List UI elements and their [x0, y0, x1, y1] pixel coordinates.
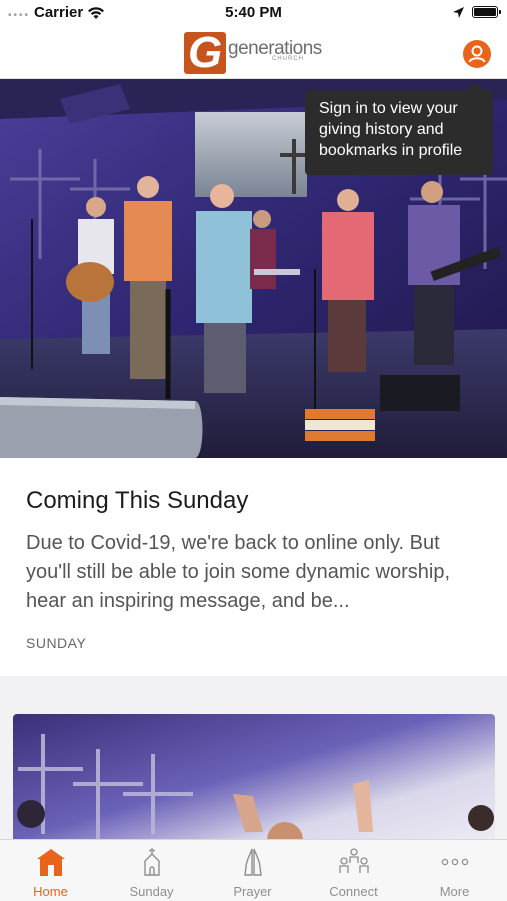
card-description: Due to Covid-19, we're back to online on…: [26, 532, 451, 612]
battery-icon: [472, 6, 501, 18]
church-icon: [36, 849, 65, 876]
bottom-tab-bar: Home Sunday Prayer Connect More: [0, 839, 507, 901]
user-icon: [468, 45, 486, 63]
tab-prayer[interactable]: Prayer: [202, 840, 303, 901]
tab-connect[interactable]: Connect: [303, 840, 404, 901]
tab-home[interactable]: Home: [0, 840, 101, 901]
people-icon: [338, 848, 369, 873]
ellipsis-icon: [441, 858, 468, 866]
location-arrow-icon: [453, 7, 464, 18]
feed-card-image[interactable]: [13, 714, 495, 854]
tab-sunday[interactable]: Sunday: [101, 840, 202, 901]
chapel-icon: [143, 848, 160, 876]
praying-hands-icon: [243, 848, 262, 876]
tab-label-sunday: Sunday: [129, 884, 174, 899]
church-logo: G generations CHURCH: [184, 32, 329, 74]
tab-label-home: Home: [33, 884, 68, 899]
tab-label-more: More: [439, 884, 470, 899]
status-bar: •••• Carrier 5:40 PM: [0, 0, 507, 28]
profile-button[interactable]: [463, 40, 491, 68]
top-nav-bar: G generations CHURCH: [0, 28, 507, 79]
card-title: Coming This Sunday: [26, 487, 249, 514]
logo-subtext: CHURCH: [272, 56, 304, 62]
tab-label-prayer: Prayer: [233, 884, 272, 899]
tab-label-connect: Connect: [329, 884, 378, 899]
card-category: SUNDAY: [26, 635, 87, 651]
clock: 5:40 PM: [225, 4, 282, 21]
sign-in-tooltip[interactable]: Sign in to view your giving history and …: [305, 82, 493, 175]
logo-mark: G: [184, 32, 226, 74]
tab-more[interactable]: More: [404, 840, 505, 901]
